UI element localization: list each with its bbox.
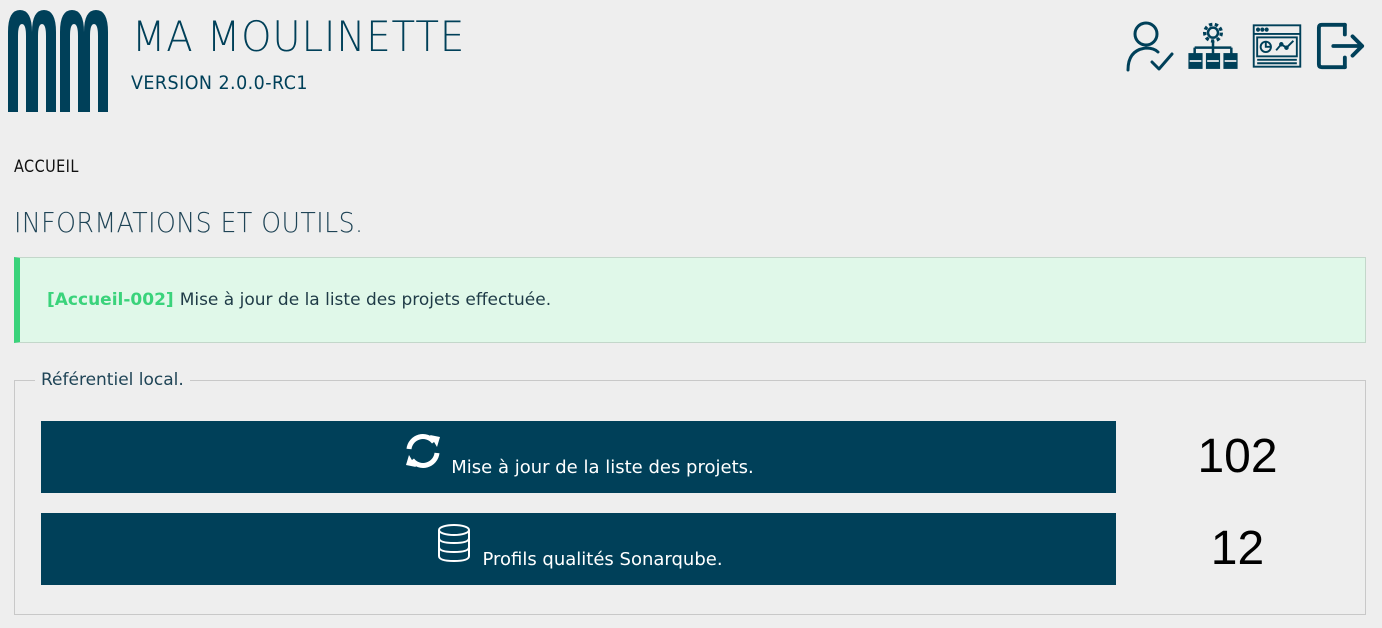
alert-code: [Accueil-002]	[47, 290, 174, 310]
mm-logo-icon	[8, 10, 108, 112]
page-title: INFORMATIONS ET OUTILS.	[14, 206, 364, 239]
app-version: VERSION 2.0.0-RC1	[131, 72, 308, 94]
logout-icon[interactable]	[1316, 18, 1366, 74]
update-projects-button[interactable]: Mise à jour de la liste des projets.	[41, 421, 1116, 493]
success-alert: [Accueil-002] Mise à jour de la liste de…	[14, 257, 1366, 343]
quality-profiles-label: Profils qualités Sonarqube.	[482, 548, 723, 570]
breadcrumb[interactable]: ACCUEIL	[14, 157, 79, 177]
header-toolbar	[1124, 18, 1366, 74]
update-projects-label: Mise à jour de la liste des projets.	[451, 456, 754, 478]
app-title: MA MOULINETTE	[132, 12, 466, 61]
settings-network-icon[interactable]	[1188, 18, 1238, 74]
profiles-count: 12	[1210, 522, 1265, 575]
local-repository-panel: Référentiel local. Mise à jour de la lis…	[14, 370, 1366, 615]
alert-message: Mise à jour de la liste des projets effe…	[179, 290, 552, 310]
database-icon	[438, 524, 471, 563]
panel-legend: Référentiel local.	[35, 370, 190, 390]
dashboard-icon[interactable]	[1252, 18, 1302, 74]
quality-profiles-button[interactable]: Profils qualités Sonarqube.	[41, 513, 1116, 585]
refresh-icon	[406, 434, 441, 468]
user-check-icon[interactable]	[1124, 18, 1174, 74]
projects-count: 102	[1197, 430, 1278, 483]
